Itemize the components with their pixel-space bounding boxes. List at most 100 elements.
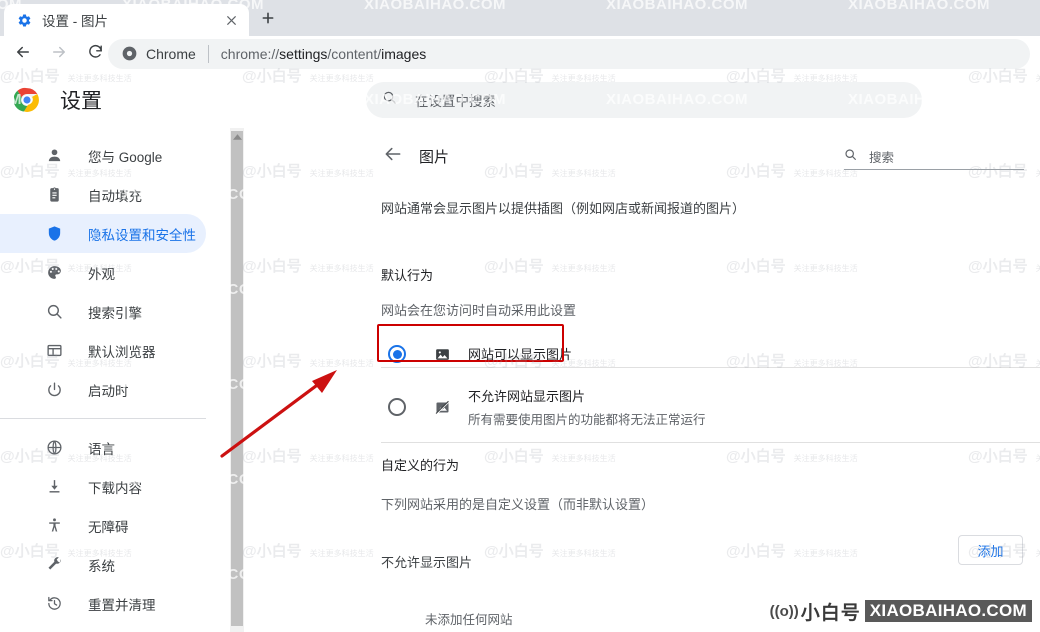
- sidebar-item-accessibility[interactable]: 无障碍: [0, 506, 206, 545]
- sidebar-item-languages[interactable]: 语言: [0, 428, 206, 467]
- content-header: 图片 搜索: [244, 128, 1040, 186]
- back-button[interactable]: [8, 39, 38, 69]
- empty-site-list-text: 未添加任何网站: [425, 613, 513, 627]
- omnibox-separator: [207, 45, 209, 63]
- chrome-logo-icon: [122, 46, 138, 62]
- settings-body: 您与 Google 自动填充 隐私设置和安全性 外观 搜索引擎 默认浏览器 启动…: [0, 128, 1040, 632]
- brand-name: 小白号: [800, 602, 861, 624]
- download-icon: [44, 477, 64, 497]
- forward-button[interactable]: [44, 39, 74, 69]
- globe-icon: [44, 438, 64, 458]
- restore-icon: [44, 594, 64, 614]
- arrow-left-icon: [383, 144, 403, 169]
- scroll-up-icon[interactable]: [232, 133, 242, 141]
- sidebar-item-autofill[interactable]: 自动填充: [0, 175, 206, 214]
- radio-block-images-sublabel: 所有需要使用图片的功能都将无法正常运行: [468, 413, 706, 427]
- sidebar-item-you-and-google[interactable]: 您与 Google: [0, 136, 206, 175]
- sidebar-item-label: 搜索引擎: [88, 305, 142, 321]
- url-host: settings: [279, 46, 328, 62]
- radio-button-unselected-icon[interactable]: [388, 398, 406, 416]
- brand-domain: XIAOBAIHAO.COM: [864, 600, 1032, 622]
- omnibox-scheme-label: Chrome: [146, 46, 196, 62]
- tab-title: 设置 - 图片: [42, 14, 108, 29]
- sidebar-item-label: 启动时: [88, 383, 129, 399]
- annotation-arrow: [220, 370, 337, 458]
- palette-icon: [44, 263, 64, 283]
- radio-allow-images-label: 网站可以显示图片: [468, 347, 573, 362]
- image-blocked-icon: [432, 397, 452, 417]
- search-icon: [44, 302, 64, 322]
- sidebar-divider: [0, 418, 206, 419]
- sidebar-item-label: 下载内容: [88, 480, 142, 496]
- browser-window: 设置 - 图片 Chrome chrome://settings/content…: [0, 0, 1040, 632]
- custom-behavior-heading: 自定义的行为: [381, 458, 460, 473]
- sidebar-item-on-startup[interactable]: 启动时: [0, 370, 206, 409]
- sidebar-item-default-browser[interactable]: 默认浏览器: [0, 331, 206, 370]
- content-search-input[interactable]: 搜索: [844, 144, 1024, 170]
- settings-header: 设置 在设置中搜索: [0, 72, 1040, 128]
- url-path-end: images: [381, 46, 427, 62]
- brand-watermark: ((o)) 小白号 XIAOBAIHAO.COM: [770, 598, 1032, 624]
- sidebar-item-system[interactable]: 系统: [0, 545, 206, 584]
- new-tab-button[interactable]: [254, 6, 282, 34]
- power-icon: [44, 380, 64, 400]
- image-icon: [432, 344, 452, 364]
- settings-search-placeholder: 在设置中搜索: [415, 94, 496, 109]
- sidebar-item-downloads[interactable]: 下载内容: [0, 467, 206, 506]
- sidebar-item-reset-and-cleanup[interactable]: 重置并清理: [0, 584, 206, 623]
- default-behavior-heading: 默认行为: [381, 268, 434, 283]
- browser-toolbar: Chrome chrome://settings/content/images: [0, 36, 1040, 72]
- reload-button[interactable]: [80, 39, 110, 69]
- clipboard-icon: [44, 185, 64, 205]
- sidebar-item-label: 自动填充: [88, 188, 142, 204]
- arrow-right-icon: [50, 43, 68, 66]
- close-icon[interactable]: [221, 10, 241, 30]
- search-icon: [844, 148, 857, 166]
- wrench-icon: [44, 555, 64, 575]
- person-icon: [44, 146, 64, 166]
- radio-allow-images[interactable]: 网站可以显示图片: [376, 328, 936, 380]
- radio-button-selected-icon[interactable]: [388, 345, 406, 363]
- settings-search-input[interactable]: 在设置中搜索: [366, 82, 922, 118]
- add-site-button[interactable]: 添加: [958, 535, 1023, 565]
- sidebar-item-appearance[interactable]: 外观: [0, 253, 206, 292]
- radio-dot: [392, 349, 402, 359]
- sidebar-item-label: 默认浏览器: [88, 344, 156, 360]
- sidebar-item-privacy-and-security[interactable]: 隐私设置和安全性: [0, 214, 206, 253]
- back-to-content-settings-button[interactable]: [381, 144, 405, 168]
- content-search-placeholder: 搜索: [869, 151, 895, 165]
- accessibility-icon: [44, 516, 64, 536]
- settings-gear-icon: [16, 12, 32, 28]
- sidebar-item-label: 无障碍: [88, 519, 129, 535]
- radio-allow-images-texts: 网站可以显示图片: [468, 344, 572, 364]
- divider: [381, 367, 1040, 368]
- search-icon: [382, 90, 397, 110]
- plus-icon: [260, 10, 276, 31]
- radio-block-images-texts: 不允许网站显示图片 所有需要使用图片的功能都将无法正常运行: [468, 386, 706, 428]
- sidebar-item-label: 系统: [88, 558, 115, 574]
- browser-window-icon: [44, 341, 64, 361]
- address-bar[interactable]: Chrome chrome://settings/content/images: [108, 39, 1030, 69]
- sidebar-item-label: 外观: [88, 266, 115, 282]
- arrow-left-icon: [14, 43, 32, 66]
- url-path-mid: /content/: [327, 46, 382, 62]
- custom-behavior-subtext: 下列网站采用的是自定义设置（而非默认设置）: [381, 497, 655, 512]
- custom-group-label: 不允许显示图片: [381, 555, 473, 570]
- url-prefix: chrome://: [220, 46, 280, 62]
- tab-strip: 设置 - 图片: [0, 0, 1040, 36]
- divider: [381, 442, 1040, 443]
- sidebar-item-label: 语言: [88, 441, 115, 457]
- browser-tab[interactable]: 设置 - 图片: [4, 4, 249, 36]
- default-behavior-subtext: 网站会在您访问时自动采用此设置: [381, 303, 577, 318]
- content-page-title: 图片: [419, 149, 450, 166]
- sidebar-item-label: 重置并清理: [88, 597, 156, 613]
- radio-block-images-label: 不允许网站显示图片: [468, 389, 586, 404]
- images-description: 网站通常会显示图片以提供插图（例如网店或新闻报道的图片）: [381, 201, 746, 216]
- radio-block-images[interactable]: 不允许网站显示图片 所有需要使用图片的功能都将无法正常运行: [376, 381, 936, 433]
- chrome-logo-icon: [13, 87, 40, 113]
- sidebar-item-search-engine[interactable]: 搜索引擎: [0, 292, 206, 331]
- sidebar-item-label: 隐私设置和安全性: [88, 227, 196, 243]
- shield-icon: [44, 224, 64, 244]
- wifi-glyph: ((o)): [769, 602, 799, 620]
- sidebar: 您与 Google 自动填充 隐私设置和安全性 外观 搜索引擎 默认浏览器 启动…: [0, 128, 230, 632]
